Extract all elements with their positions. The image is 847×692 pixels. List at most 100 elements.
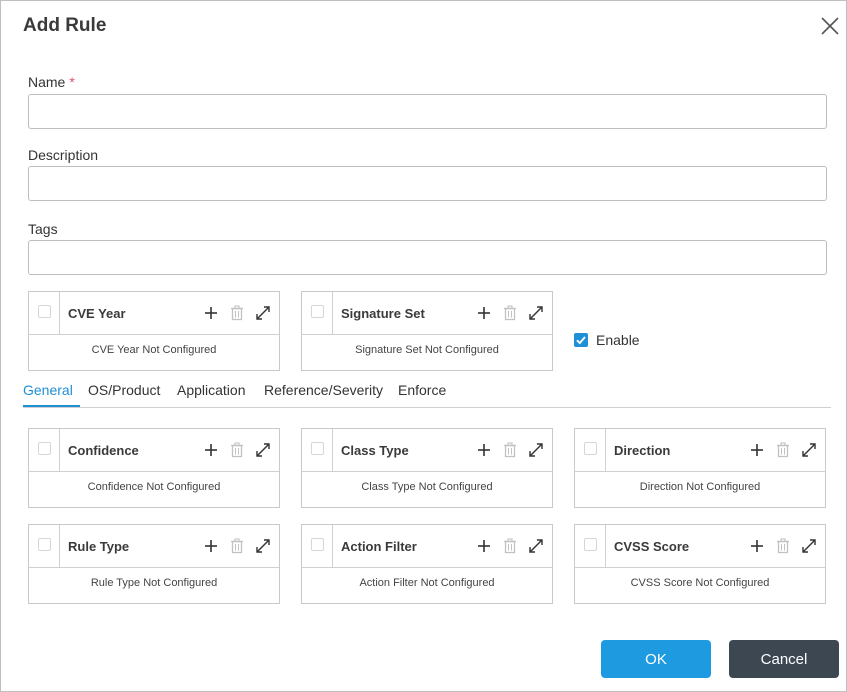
tab-os-product[interactable]: OS/Product: [88, 382, 160, 398]
delete-button[interactable]: [501, 304, 519, 322]
delete-button[interactable]: [501, 441, 519, 459]
plus-icon: [478, 307, 490, 319]
active-tab-indicator: [23, 405, 80, 407]
card-header: Signature Set: [302, 292, 552, 335]
description-input[interactable]: [28, 166, 827, 201]
card-checkbox[interactable]: [584, 442, 597, 455]
rule-type-card: Rule Type Rule Type Not Configured: [28, 524, 280, 604]
ok-button[interactable]: OK: [601, 640, 711, 678]
tab-reference-severity[interactable]: Reference/Severity: [264, 382, 383, 398]
plus-icon: [751, 444, 763, 456]
confidence-card: Confidence Confidence Not Configured: [28, 428, 280, 508]
trash-icon: [504, 442, 516, 458]
expand-icon: [256, 443, 270, 457]
card-select[interactable]: [29, 525, 60, 568]
add-button[interactable]: [475, 304, 493, 322]
check-icon: [576, 336, 586, 345]
checkbox-checked[interactable]: [574, 333, 588, 347]
card-checkbox[interactable]: [584, 538, 597, 551]
plus-icon: [478, 540, 490, 552]
card-title: Rule Type: [68, 539, 130, 554]
description-label: Description: [28, 147, 99, 163]
plus-icon: [205, 307, 217, 319]
card-header: CVE Year: [29, 292, 279, 335]
name-label-text: Name: [28, 74, 66, 90]
signature-set-card: Signature Set Signature Set Not Configur…: [301, 291, 553, 371]
card-select[interactable]: [575, 429, 606, 472]
trash-icon: [231, 538, 243, 554]
card-select[interactable]: [575, 525, 606, 568]
expand-button[interactable]: [254, 304, 272, 322]
delete-button[interactable]: [228, 441, 246, 459]
card-header: Direction: [575, 429, 825, 472]
trash-icon: [231, 305, 243, 321]
delete-button[interactable]: [501, 537, 519, 555]
card-title: Class Type: [341, 443, 409, 458]
add-button[interactable]: [202, 537, 220, 555]
add-button[interactable]: [748, 441, 766, 459]
card-select[interactable]: [29, 292, 60, 335]
card-title: CVSS Score: [614, 539, 690, 554]
card-header: Action Filter: [302, 525, 552, 568]
expand-icon: [256, 539, 270, 553]
plus-icon: [205, 540, 217, 552]
card-select[interactable]: [302, 429, 333, 472]
expand-icon: [529, 306, 543, 320]
card-header: Class Type: [302, 429, 552, 472]
dialog-title: Add Rule: [23, 15, 107, 36]
card-title: Confidence: [68, 443, 139, 458]
expand-button[interactable]: [800, 537, 818, 555]
expand-icon: [802, 443, 816, 457]
delete-button[interactable]: [774, 537, 792, 555]
expand-button[interactable]: [527, 537, 545, 555]
plus-icon: [205, 444, 217, 456]
name-input[interactable]: [28, 94, 827, 129]
trash-icon: [777, 538, 789, 554]
add-button[interactable]: [202, 441, 220, 459]
card-select[interactable]: [302, 525, 333, 568]
expand-button[interactable]: [254, 441, 272, 459]
delete-button[interactable]: [228, 304, 246, 322]
card-title: Direction: [614, 443, 671, 458]
card-checkbox[interactable]: [38, 442, 51, 455]
card-header: CVSS Score: [575, 525, 825, 568]
card-select[interactable]: [29, 429, 60, 472]
name-label: Name *: [28, 74, 75, 90]
enable-label: Enable: [596, 332, 640, 348]
expand-button[interactable]: [527, 441, 545, 459]
card-checkbox[interactable]: [38, 538, 51, 551]
plus-icon: [751, 540, 763, 552]
tags-label: Tags: [28, 221, 58, 237]
trash-icon: [504, 538, 516, 554]
add-button[interactable]: [202, 304, 220, 322]
tags-input[interactable]: [28, 240, 827, 275]
tab-general[interactable]: General: [23, 382, 73, 398]
card-checkbox[interactable]: [311, 538, 324, 551]
card-select[interactable]: [302, 292, 333, 335]
card-checkbox[interactable]: [311, 442, 324, 455]
delete-button[interactable]: [774, 441, 792, 459]
tab-enforce[interactable]: Enforce: [398, 382, 446, 398]
card-title: Signature Set: [341, 306, 425, 321]
card-checkbox[interactable]: [38, 305, 51, 318]
required-mark: *: [69, 74, 75, 90]
close-button[interactable]: [817, 13, 843, 39]
card-header: Confidence: [29, 429, 279, 472]
card-title: Action Filter: [341, 539, 417, 554]
tab-application[interactable]: Application: [177, 382, 246, 398]
card-status: Direction Not Configured: [639, 481, 761, 493]
card-status: CVE Year Not Configured: [91, 344, 217, 356]
expand-button[interactable]: [527, 304, 545, 322]
direction-card: Direction Direction Not Configured: [574, 428, 826, 508]
cancel-button[interactable]: Cancel: [729, 640, 839, 678]
card-checkbox[interactable]: [311, 305, 324, 318]
action-filter-card: Action Filter Action Filter Not Configur…: [301, 524, 553, 604]
expand-button[interactable]: [800, 441, 818, 459]
card-status: Rule Type Not Configured: [90, 577, 218, 589]
expand-button[interactable]: [254, 537, 272, 555]
add-button[interactable]: [748, 537, 766, 555]
delete-button[interactable]: [228, 537, 246, 555]
add-button[interactable]: [475, 537, 493, 555]
expand-icon: [802, 539, 816, 553]
add-button[interactable]: [475, 441, 493, 459]
